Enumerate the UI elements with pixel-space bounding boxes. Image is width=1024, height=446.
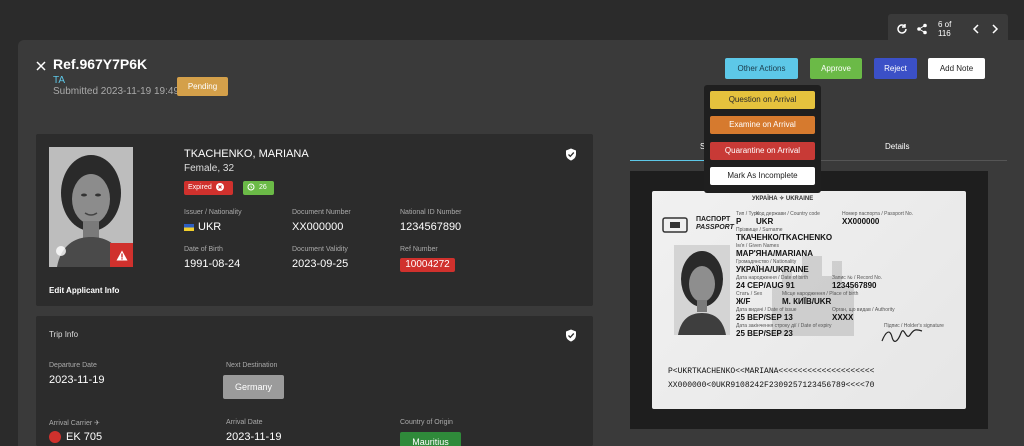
trip-info-title: Trip Info (49, 330, 79, 339)
next-destination-button[interactable]: Germany (223, 375, 284, 399)
arrival-carrier-label-text: Arrival Carrier (49, 420, 93, 427)
arrival-carrier-label: Arrival Carrier ✈ (49, 419, 100, 427)
issuer-label: Issuer / Nationality (184, 209, 242, 216)
tab-divider (818, 160, 1007, 161)
pp-surname: ТКАЧЕНКО/TKACHENKO (736, 233, 833, 242)
trip-shield-check-icon (565, 329, 577, 342)
pp-given: МАР'ЯНА/MARIANA (736, 249, 813, 258)
record-counter: 6 of 116 (938, 20, 952, 38)
dob-label: Date of Birth (184, 246, 223, 253)
shield-check-icon (565, 148, 577, 161)
mrz-line-1: P<UKRTKACHENKO<<MARIANA<<<<<<<<<<<<<<<<<… (668, 367, 875, 376)
next-destination-label: Next Destination (226, 362, 278, 369)
passport-title-ua: ПАСПОРТ (696, 216, 731, 223)
signature-image (881, 329, 923, 342)
pp-pob: М. КИЇВ/UKR (782, 297, 832, 306)
ref-number-value: 10004272 (400, 258, 455, 272)
national-id-label: National ID Number (400, 209, 462, 216)
pp-issue: 25 ВЕР/SEP 13 (736, 313, 793, 322)
pp-auth: XXXX (832, 313, 854, 322)
days-badge: 26 (243, 181, 274, 195)
approve-button[interactable]: Approve (810, 58, 862, 79)
quarantine-on-arrival-item[interactable]: Quarantine on Arrival (710, 142, 815, 160)
edit-applicant-info-link[interactable]: Edit Applicant Info (49, 286, 119, 295)
mrz-line-2: XX000000<0UKR9108242F2309257123456789<<<… (668, 381, 875, 390)
share-icon[interactable] (916, 23, 928, 35)
close-icon[interactable] (36, 58, 48, 71)
pp-sex: Ж/F (736, 297, 751, 306)
national-id-value: 1234567890 (400, 221, 462, 233)
plane-icon: ✈ (94, 420, 100, 427)
status-badge: Pending (177, 77, 228, 96)
validity-label: Document Validity (292, 246, 348, 253)
issuer-value: UKR (184, 221, 221, 233)
warning-icon (110, 243, 133, 267)
expired-badge: Expired (184, 181, 233, 195)
reject-button[interactable]: Reject (874, 58, 917, 79)
days-value: 26 (258, 184, 267, 191)
ref-number-label: Ref Number (400, 246, 438, 253)
issuer-code: UKR (198, 221, 222, 233)
mark-incomplete-item[interactable]: Mark As Incomplete (710, 167, 815, 185)
applicant-name: TKACHENKO, MARIANA (184, 148, 309, 160)
passport-photo (674, 245, 730, 335)
refresh-icon[interactable] (896, 23, 908, 35)
tab-details[interactable]: Details (885, 142, 909, 151)
add-note-button[interactable]: Add Note (928, 58, 985, 79)
pp-type: P (736, 217, 742, 226)
airline-logo (49, 431, 61, 444)
history-icon (247, 183, 255, 191)
pp-expiry: 25 ВЕР/SEP 23 (736, 329, 793, 338)
passport-scan[interactable]: УКРАЇНА ✧ UKRAINE ПАСПОРТ PASSPORT Тип /… (652, 191, 966, 409)
carrier-code: EK 705 (66, 431, 103, 443)
document-number-label: Document Number (292, 209, 351, 216)
application-type: TA (53, 75, 66, 86)
arrival-date-label: Arrival Date (226, 419, 263, 426)
passport-header: УКРАЇНА ✧ UKRAINE (752, 196, 814, 202)
applicant-gender-age: Female, 32 (184, 163, 235, 174)
pp-rec: 1234567890 (832, 281, 877, 290)
pp-nat: УКРАЇНА/UKRAINE (736, 265, 809, 274)
other-actions-menu: Question on Arrival Examine on Arrival Q… (704, 85, 821, 193)
pp-country: UKR (756, 217, 774, 226)
carrier-value: EK 705 (49, 431, 103, 444)
x-circle-icon (215, 183, 224, 192)
question-on-arrival-item[interactable]: Question on Arrival (710, 91, 815, 109)
chip-icon (662, 217, 688, 233)
trip-card (36, 316, 593, 446)
origin-button[interactable]: Mauritius (400, 432, 461, 446)
chevron-left-icon[interactable] (971, 23, 982, 35)
chevron-right-icon[interactable] (989, 23, 1000, 35)
arrival-date-value: 2023-11-19 (226, 431, 282, 443)
submitted-timestamp: Submitted 2023-11-19 19:49 (53, 86, 180, 97)
passport-title-en: PASSPORT (696, 224, 734, 231)
pp-dob: 24 СЕР/AUG 91 (736, 281, 795, 290)
ukraine-flag-icon (184, 223, 194, 231)
examine-on-arrival-item[interactable]: Examine on Arrival (710, 116, 815, 134)
origin-label: Country of Origin (400, 419, 453, 426)
departure-value: 2023-11-19 (49, 374, 105, 386)
pp-passno: XX000000 (842, 217, 880, 226)
other-actions-button[interactable]: Other Actions (725, 58, 798, 79)
reference-title: Ref.967Y7P6K (53, 56, 148, 72)
dob-value: 1991-08-24 (184, 258, 241, 270)
validity-value: 2023-09-25 (292, 258, 349, 270)
document-number-value: XX000000 (292, 221, 344, 233)
expired-label: Expired (188, 184, 212, 191)
departure-label: Departure Date (49, 362, 97, 369)
